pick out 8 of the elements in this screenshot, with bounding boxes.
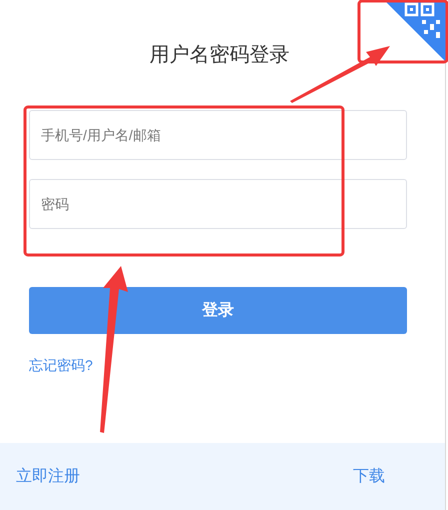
download-link[interactable]: 下载 bbox=[353, 464, 385, 488]
input-field[interactable]: 手机号/用户名/邮箱 bbox=[29, 110, 407, 160]
login-button[interactable]: 登录 bbox=[29, 287, 407, 334]
qr-code-icon[interactable] bbox=[384, 0, 446, 62]
input-field[interactable]: 密码 bbox=[29, 179, 407, 229]
register-link[interactable]: 立即注册 bbox=[16, 464, 80, 488]
forgot-password-link[interactable]: 忘记密码? bbox=[29, 357, 93, 373]
login-title: 用户名密码登录 bbox=[150, 43, 290, 68]
